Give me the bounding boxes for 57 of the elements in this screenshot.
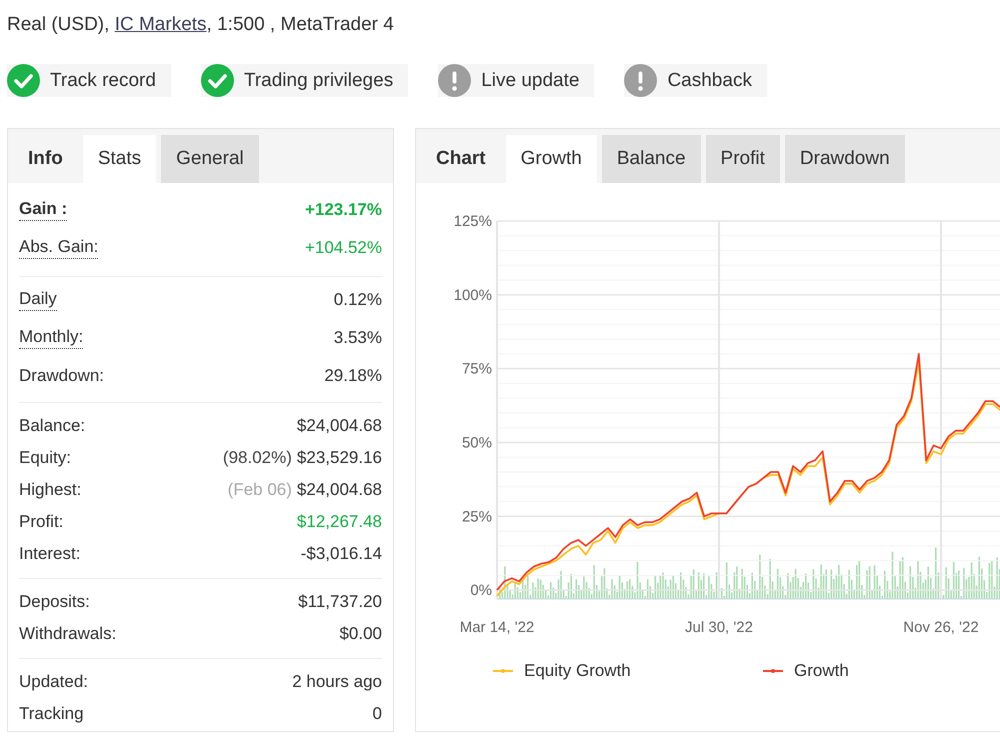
y-axis-label: 75% (462, 360, 492, 378)
tab[interactable]: General (161, 135, 259, 183)
stat-value: $24,004.68 (296, 416, 382, 436)
stat-label: Balance: (19, 416, 86, 436)
panel-heading: Info (27, 147, 64, 171)
tab[interactable]: Balance (602, 135, 701, 183)
stat-label: Profit: (19, 512, 64, 532)
stat-label: Abs. Gain: (19, 237, 98, 259)
y-axis-label: 0% (470, 582, 492, 600)
stat-value: +104.52% (304, 238, 382, 258)
account-summary: Real (USD), IC Markets, 1:500 , MetaTrader 4 (7, 13, 394, 37)
tab[interactable]: Profit (706, 135, 780, 183)
panel-heading: Chart (435, 147, 487, 171)
stat-label: Tracking (19, 704, 84, 724)
stat-label: Withdrawals: (19, 624, 116, 644)
stat-note: (Feb 06) (228, 480, 292, 500)
badge-label: Cashback (667, 70, 752, 92)
badge-label: Trading privileges (244, 70, 394, 92)
x-axis-label: Jul 30, '22 (685, 619, 753, 636)
stat-value: $11,737.20 (298, 592, 382, 612)
stat-label: Equity: (19, 448, 71, 468)
stat-value: $0.00 (339, 624, 382, 644)
stat-label: Interest: (19, 544, 80, 564)
stat-note: (98.02%) (222, 448, 292, 468)
x-axis-label: Mar 14, '22 (460, 619, 534, 636)
y-axis-label: 50% (462, 434, 492, 452)
badge-label: Live update (481, 70, 580, 92)
y-axis-label: 100% (454, 286, 492, 304)
legend-label[interactable]: Equity Growth (524, 661, 631, 681)
tab[interactable]: Growth (506, 135, 597, 183)
stat-value: +123.17% (304, 200, 382, 220)
broker-link[interactable]: IC Markets (114, 14, 207, 35)
stat-value: 29.18% (324, 366, 382, 386)
stat-label: Gain : (19, 199, 68, 221)
stat-label: Monthly: (19, 327, 84, 349)
stat-label: Daily (19, 289, 57, 311)
tab[interactable]: Stats (82, 135, 156, 183)
stat-value: 0 (372, 704, 382, 724)
stat-value: $24,004.68 (296, 480, 382, 500)
legend-line-icon (493, 668, 513, 674)
stat-label: Deposits: (19, 592, 90, 612)
y-axis-label: 125% (454, 213, 492, 230)
legend-line-icon (763, 668, 783, 674)
stat-value: -$3,016.14 (300, 544, 382, 564)
badge-label: Track record (50, 70, 156, 92)
stat-label: Updated: (19, 672, 88, 692)
stat-value: 2 hours ago (292, 672, 382, 692)
stat-value: $12,267.48 (296, 512, 382, 532)
y-axis-label: 25% (462, 508, 492, 526)
stat-label: Highest: (19, 480, 82, 500)
stat-label: Drawdown: (19, 366, 104, 386)
stat-value: $23,529.16 (296, 448, 382, 468)
stat-value: 3.53% (334, 328, 382, 348)
x-axis-label: Nov 26, '22 (903, 619, 979, 636)
tab[interactable]: Drawdown (784, 135, 905, 183)
legend-label[interactable]: Growth (794, 661, 849, 681)
stat-value: 0.12% (334, 290, 382, 310)
